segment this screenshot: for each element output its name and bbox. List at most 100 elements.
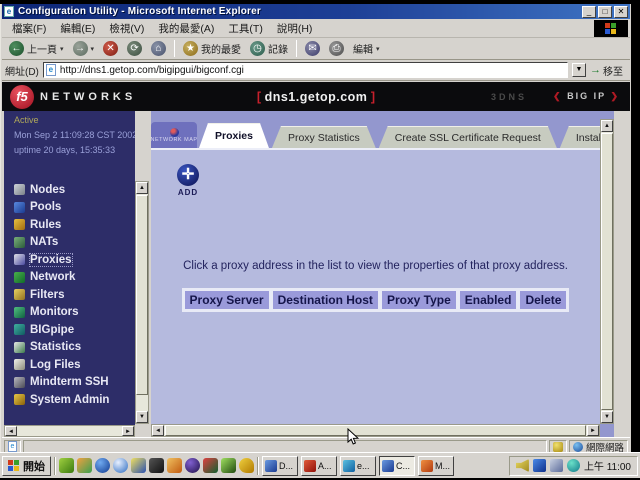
scroll-up-icon[interactable]: ▲ [136, 182, 148, 194]
quick-launch-icon[interactable] [131, 458, 146, 473]
minimize-button[interactable]: _ [582, 6, 596, 18]
sidebar: Active Mon Sep 2 11:09:28 CST 2002 uptim… [4, 111, 135, 437]
menu-edit[interactable]: 編輯(E) [54, 19, 101, 38]
mail-button[interactable]: ✉ [302, 40, 323, 57]
quick-launch-icon[interactable] [203, 458, 218, 473]
sidebar-horizontal-scrollbar[interactable]: ◄ ► [4, 425, 135, 437]
menu-favorites[interactable]: 我的最愛(A) [152, 19, 220, 38]
task-button-active[interactable]: C... [379, 456, 415, 476]
col-delete[interactable]: Delete [518, 289, 568, 311]
history-icon: ◷ [250, 41, 265, 56]
tray-app-icon[interactable] [567, 459, 580, 472]
taskbar-clock[interactable]: 上午 11:00 [584, 458, 631, 473]
quick-launch-icon[interactable] [185, 458, 200, 473]
edit-button[interactable]: 編輯▾ [350, 40, 383, 57]
scroll-right-icon[interactable]: ► [122, 426, 134, 436]
scroll-down-icon[interactable]: ▼ [601, 411, 613, 423]
stop-button[interactable]: ✕ [100, 40, 121, 57]
maximize-button[interactable]: □ [598, 6, 612, 18]
app-icon [421, 460, 433, 472]
menu-help[interactable]: 說明(H) [271, 19, 319, 38]
display-icon[interactable] [533, 459, 546, 472]
back-button[interactable]: ← 上一頁 ▾ [6, 40, 67, 57]
product-bigip-label: ❮ BIG IP ❯ [553, 91, 620, 102]
quick-launch-icon[interactable] [239, 458, 254, 473]
start-label: 開始 [23, 458, 45, 474]
menu-file[interactable]: 檔案(F) [6, 19, 52, 38]
start-button[interactable]: 開始 [2, 456, 51, 476]
tab-proxy-statistics[interactable]: Proxy Statistics [272, 126, 376, 148]
forward-dropdown-icon[interactable]: ▾ [91, 45, 95, 53]
task-button[interactable]: D... [262, 456, 298, 476]
col-proxy-type[interactable]: Proxy Type [380, 289, 458, 311]
sidebar-item-mindterm-ssh[interactable]: Mindterm SSH [14, 376, 109, 389]
sidebar-item-system-admin[interactable]: System Admin [14, 393, 109, 406]
favorites-button[interactable]: ★ 我的最愛 [180, 40, 244, 57]
filters-icon [14, 289, 25, 300]
tab-proxies[interactable]: Proxies [199, 123, 269, 148]
refresh-button[interactable]: ⟳ [124, 40, 145, 57]
go-button[interactable]: → 移至 [590, 63, 627, 78]
quick-launch-icon[interactable] [149, 458, 164, 473]
sidebar-item-nats[interactable]: NATs [14, 236, 109, 249]
volume-icon[interactable] [516, 459, 529, 472]
col-proxy-server[interactable]: Proxy Server [183, 289, 271, 311]
tab-install-ssl-certificate[interactable]: Install SSL Certifi [560, 126, 600, 148]
network-tray-icon[interactable] [550, 459, 563, 472]
sidebar-item-pools[interactable]: Pools [14, 201, 109, 214]
add-button[interactable]: ✛ [177, 164, 199, 186]
scrollbar-thumb[interactable] [136, 195, 148, 395]
task-button[interactable]: M... [418, 456, 454, 476]
sidebar-item-monitors[interactable]: Monitors [14, 306, 109, 319]
tab-create-ssl-certificate-request[interactable]: Create SSL Certificate Request [379, 126, 557, 148]
quick-launch-icon[interactable] [77, 458, 92, 473]
home-icon: ⌂ [151, 41, 166, 56]
col-enabled[interactable]: Enabled [458, 289, 519, 311]
sidebar-item-filters[interactable]: Filters [14, 288, 109, 301]
address-dropdown-icon[interactable]: ▼ [572, 63, 586, 77]
network-map-label: NETWORK MAP [151, 137, 198, 143]
sidebar-item-network[interactable]: Network [14, 271, 109, 284]
app-icon [382, 460, 394, 472]
sidebar-item-rules[interactable]: Rules [14, 218, 109, 231]
network-map-button[interactable]: NETWORK MAP [151, 122, 197, 148]
quick-launch-icon[interactable] [95, 458, 110, 473]
main-horizontal-scrollbar[interactable]: ◄ ► [151, 424, 600, 437]
rules-icon [14, 219, 25, 230]
address-input[interactable]: e http://dns1.getop.com/bigipgui/bigconf… [43, 62, 568, 78]
print-button[interactable]: ⎙ [326, 40, 347, 57]
toolbar-separator [174, 40, 175, 57]
scroll-left-icon[interactable]: ◄ [5, 426, 17, 436]
forward-button[interactable]: → ▾ [70, 40, 98, 57]
sidebar-item-log-files[interactable]: Log Files [14, 358, 109, 371]
history-button[interactable]: ◷ 記錄 [247, 40, 291, 57]
sidebar-item-bigpipe[interactable]: BIGpipe [14, 323, 109, 336]
back-dropdown-icon[interactable]: ▾ [60, 45, 64, 53]
task-button[interactable]: e... [340, 456, 376, 476]
menu-view[interactable]: 檢視(V) [103, 19, 150, 38]
scroll-right-icon[interactable]: ► [587, 425, 599, 436]
scrollbar-thumb[interactable] [601, 133, 613, 410]
proxies-panel: ✛ ADD Click a proxy address in the list … [151, 148, 600, 424]
quick-launch-icon[interactable] [113, 458, 128, 473]
menu-tools[interactable]: 工具(T) [222, 19, 268, 38]
sidebar-item-nodes[interactable]: Nodes [14, 183, 109, 196]
address-bar: 網址(D) e http://dns1.getop.com/bigipgui/b… [2, 60, 630, 81]
sidebar-item-proxies[interactable]: Proxies [14, 253, 109, 266]
sidebar-item-statistics[interactable]: Statistics [14, 341, 109, 354]
quick-launch-icon[interactable] [59, 458, 74, 473]
sidebar-vertical-scrollbar[interactable]: ▲ ▼ [135, 181, 149, 424]
scroll-left-icon[interactable]: ◄ [152, 425, 164, 436]
scrollbar-thumb[interactable] [165, 425, 586, 436]
title-bar[interactable]: e Configuration Utility - Microsoft Inte… [2, 4, 630, 19]
task-button[interactable]: A... [301, 456, 337, 476]
col-destination-host[interactable]: Destination Host [271, 289, 380, 311]
scroll-up-icon[interactable]: ▲ [601, 120, 613, 132]
scroll-down-icon[interactable]: ▼ [136, 411, 148, 423]
back-icon: ← [9, 41, 24, 56]
quick-launch-icon[interactable] [167, 458, 182, 473]
close-button[interactable]: ✕ [614, 6, 628, 18]
main-vertical-scrollbar[interactable]: ▲ ▼ [600, 119, 614, 424]
quick-launch-icon[interactable] [221, 458, 236, 473]
home-button[interactable]: ⌂ [148, 40, 169, 57]
